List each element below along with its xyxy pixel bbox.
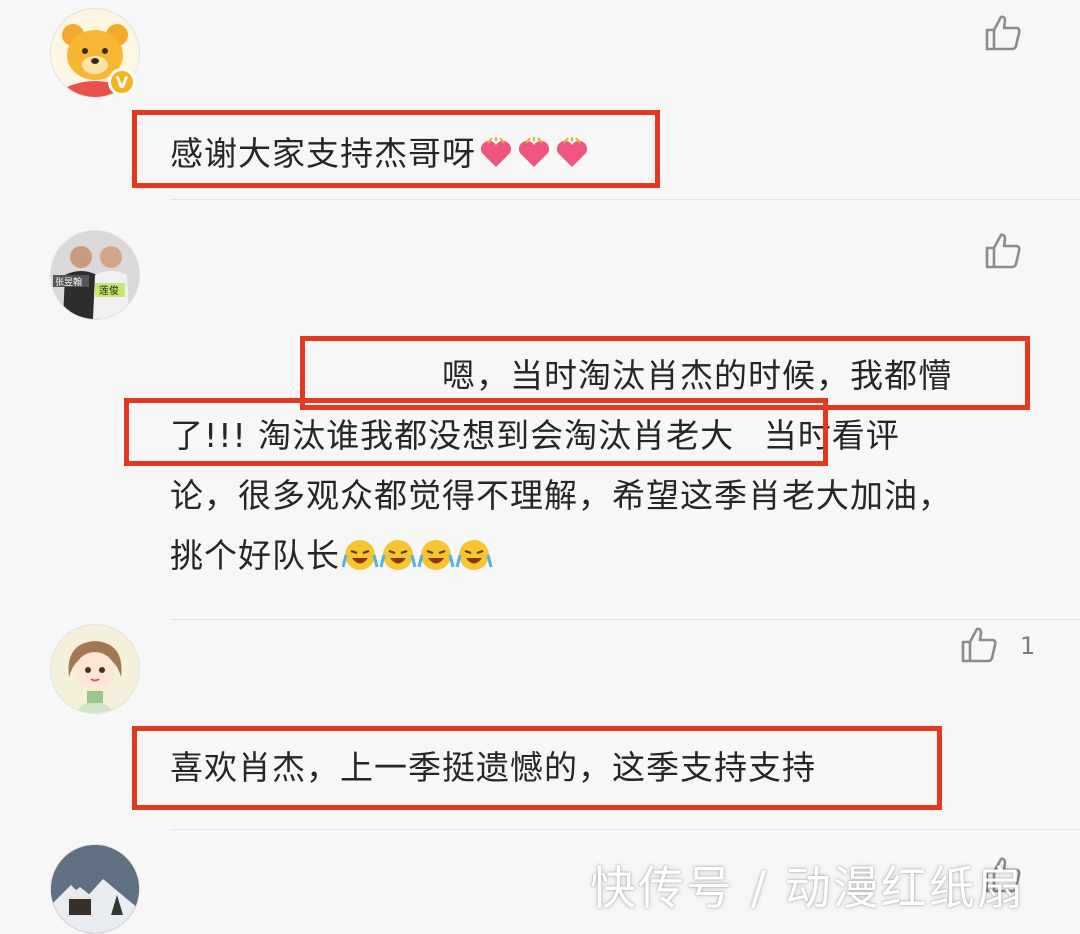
comment-text: 嗯，当时淘汰肖杰的时候，我都懵 了!!! 淘汰谁我都没想到会淘汰肖老大 当时看评… (170, 346, 1010, 592)
thumbs-up-icon (985, 233, 1021, 269)
avatar[interactable] (50, 844, 140, 934)
comment-text: 感谢大家支持杰哥呀 (170, 124, 1010, 190)
comment-text: 喜欢肖杰，上一季挺遗憾的，这季支持支持 (170, 738, 1010, 798)
snowy-landscape-icon (51, 845, 139, 933)
comment-line-1: 嗯，当时淘汰肖杰的时候，我都懵 (442, 356, 952, 395)
heart-emoji-icon (478, 130, 590, 190)
avatar[interactable] (50, 624, 140, 714)
comment-line-2-tail: 当时看评 (763, 416, 900, 455)
watermark: 快传号 / 动漫红纸扇 (590, 861, 1025, 915)
verified-badge-icon: V (108, 68, 136, 96)
comment-text-content: 喜欢肖杰，上一季挺遗憾的，这季支持支持 (170, 748, 816, 787)
comment-line-3: 论，很多观众都觉得不理解，希望这季肖老大加油， (170, 476, 952, 515)
cartoon-girl-icon (51, 625, 139, 713)
like-button[interactable] (958, 624, 1000, 666)
like-count: 1 (1020, 632, 1036, 660)
comment-line-4: 挑个好队长 (170, 526, 1010, 592)
comment-2: 张昱翰 莲俊 嗯，当时淘汰肖杰的时候，我都懵 了!!! 淘汰谁我都没想到会淘汰肖… (0, 200, 1080, 620)
comment-text-content: 感谢大家支持杰哥呀 (170, 134, 476, 173)
thumbs-up-icon (985, 15, 1021, 51)
crying-laugh-emoji-icon (341, 532, 494, 592)
avatar-label-1: 张昱翰 (55, 276, 82, 288)
avatar[interactable]: 张昱翰 莲俊 (50, 230, 140, 320)
like-button[interactable] (982, 12, 1024, 54)
comment-line-2: 了!!! 淘汰谁我都没想到会淘汰肖老大 当时看评 (170, 406, 1010, 466)
thumbs-up-icon (961, 627, 997, 663)
avatar-label-2: 莲俊 (99, 284, 119, 297)
comment-line-4-text: 挑个好队长 (170, 536, 340, 575)
comment-3: 1 喜欢肖杰，上一季挺遗憾的，这季支持支持 (0, 620, 1080, 830)
like-button[interactable] (982, 230, 1024, 272)
two-men-photo-icon: 张昱翰 莲俊 (51, 231, 139, 319)
comment-line-2-highlight: 了!!! 淘汰谁我都没想到会淘汰肖老大 (170, 416, 735, 455)
comment-1: V 感谢大家支持杰哥呀 (0, 0, 1080, 200)
